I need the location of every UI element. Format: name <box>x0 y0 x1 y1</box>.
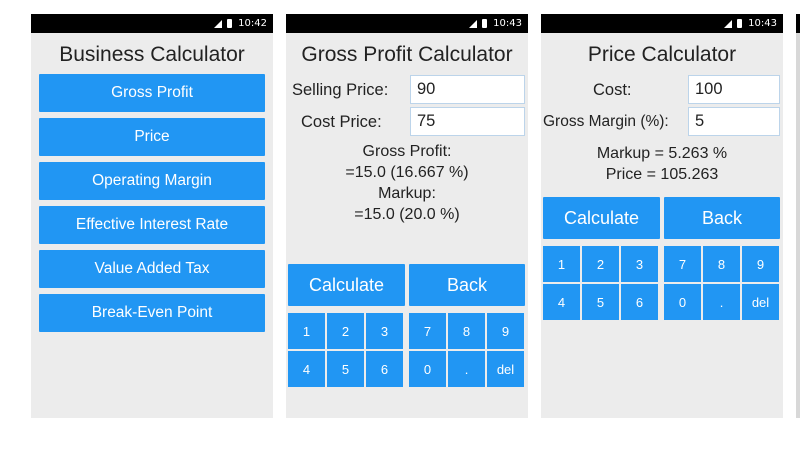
key-8[interactable]: 8 <box>448 313 485 349</box>
status-time: 10:43 <box>493 18 522 29</box>
keypad-right: 7 8 9 0 . del <box>409 313 524 387</box>
calculate-button[interactable]: Calculate <box>543 197 660 239</box>
back-button[interactable]: Back <box>409 264 525 306</box>
calculate-button[interactable]: Calculate <box>288 264 405 306</box>
cost-input[interactable]: 100 <box>688 75 780 104</box>
markup-label: Markup: <box>378 185 436 202</box>
status-bar: 10:43 <box>541 14 783 33</box>
status-bar: 10:42 <box>31 14 273 33</box>
effective-interest-rate-button[interactable]: Effective Interest Rate <box>39 206 265 244</box>
key-0[interactable]: 0 <box>409 351 446 387</box>
selling-price-label: Selling Price: <box>292 80 389 99</box>
page-title: Price Calculator <box>587 43 737 66</box>
gross-profit-label: Gross Profit: <box>362 143 452 160</box>
key-delete[interactable]: del <box>487 351 524 387</box>
page-title: Business Calculator <box>59 43 245 66</box>
break-even-point-button[interactable]: Break-Even Point <box>39 294 265 332</box>
key-4[interactable]: 4 <box>543 284 580 320</box>
gross-margin-input[interactable]: 5 <box>688 107 780 136</box>
cost-price-label: Cost Price: <box>301 112 382 131</box>
key-2[interactable]: 2 <box>327 313 364 349</box>
key-0[interactable]: 0 <box>664 284 701 320</box>
key-4[interactable]: 4 <box>288 351 325 387</box>
status-bar: 10:43 <box>286 14 528 33</box>
key-9[interactable]: 9 <box>742 246 779 282</box>
value-added-tax-button[interactable]: Value Added Tax <box>39 250 265 288</box>
key-8[interactable]: 8 <box>703 246 740 282</box>
status-time: 10:42 <box>238 18 267 29</box>
battery-icon <box>227 19 233 28</box>
key-decimal[interactable]: . <box>448 351 485 387</box>
screen-price-calculator: 10:43 Price Calculator Cost: 100 Gross M… <box>541 14 783 418</box>
key-3[interactable]: 3 <box>366 313 403 349</box>
key-6[interactable]: 6 <box>366 351 403 387</box>
markup-result: Markup = 5.263 % <box>596 145 728 162</box>
signal-icon <box>214 19 223 28</box>
page-title: Gross Profit Calculator <box>301 43 513 66</box>
operating-margin-button[interactable]: Operating Margin <box>39 162 265 200</box>
key-5[interactable]: 5 <box>327 351 364 387</box>
gross-margin-label: Gross Margin (%): <box>543 113 669 130</box>
keypad-right: 7 8 9 0 . del <box>664 246 779 320</box>
keypad-left: 1 2 3 4 5 6 <box>288 313 403 387</box>
gross-profit-button[interactable]: Gross Profit <box>39 74 265 112</box>
gross-profit-value: =15.0 (16.667 %) <box>345 164 469 181</box>
screen-gross-profit-calculator: 10:43 Gross Profit Calculator Selling Pr… <box>286 14 528 418</box>
screenshot-canvas: 10:42 Business Calculator Gross Profit P… <box>0 0 800 451</box>
partial-screen-edge <box>796 14 800 418</box>
battery-icon <box>482 19 488 28</box>
battery-icon <box>737 19 743 28</box>
back-button[interactable]: Back <box>664 197 780 239</box>
key-3[interactable]: 3 <box>621 246 658 282</box>
status-time: 10:43 <box>748 18 777 29</box>
key-9[interactable]: 9 <box>487 313 524 349</box>
markup-value: =15.0 (20.0 %) <box>354 206 460 223</box>
key-decimal[interactable]: . <box>703 284 740 320</box>
cost-price-input[interactable]: 75 <box>410 107 525 136</box>
keypad-left: 1 2 3 4 5 6 <box>543 246 658 320</box>
screen-business-calculator: 10:42 Business Calculator Gross Profit P… <box>31 14 273 418</box>
signal-icon <box>469 19 478 28</box>
key-1[interactable]: 1 <box>288 313 325 349</box>
key-1[interactable]: 1 <box>543 246 580 282</box>
price-result: Price = 105.263 <box>605 166 719 183</box>
key-7[interactable]: 7 <box>664 246 701 282</box>
price-button[interactable]: Price <box>39 118 265 156</box>
selling-price-input[interactable]: 90 <box>410 75 525 104</box>
key-5[interactable]: 5 <box>582 284 619 320</box>
key-7[interactable]: 7 <box>409 313 446 349</box>
key-6[interactable]: 6 <box>621 284 658 320</box>
key-delete[interactable]: del <box>742 284 779 320</box>
key-2[interactable]: 2 <box>582 246 619 282</box>
signal-icon <box>724 19 733 28</box>
cost-label: Cost: <box>593 80 632 99</box>
